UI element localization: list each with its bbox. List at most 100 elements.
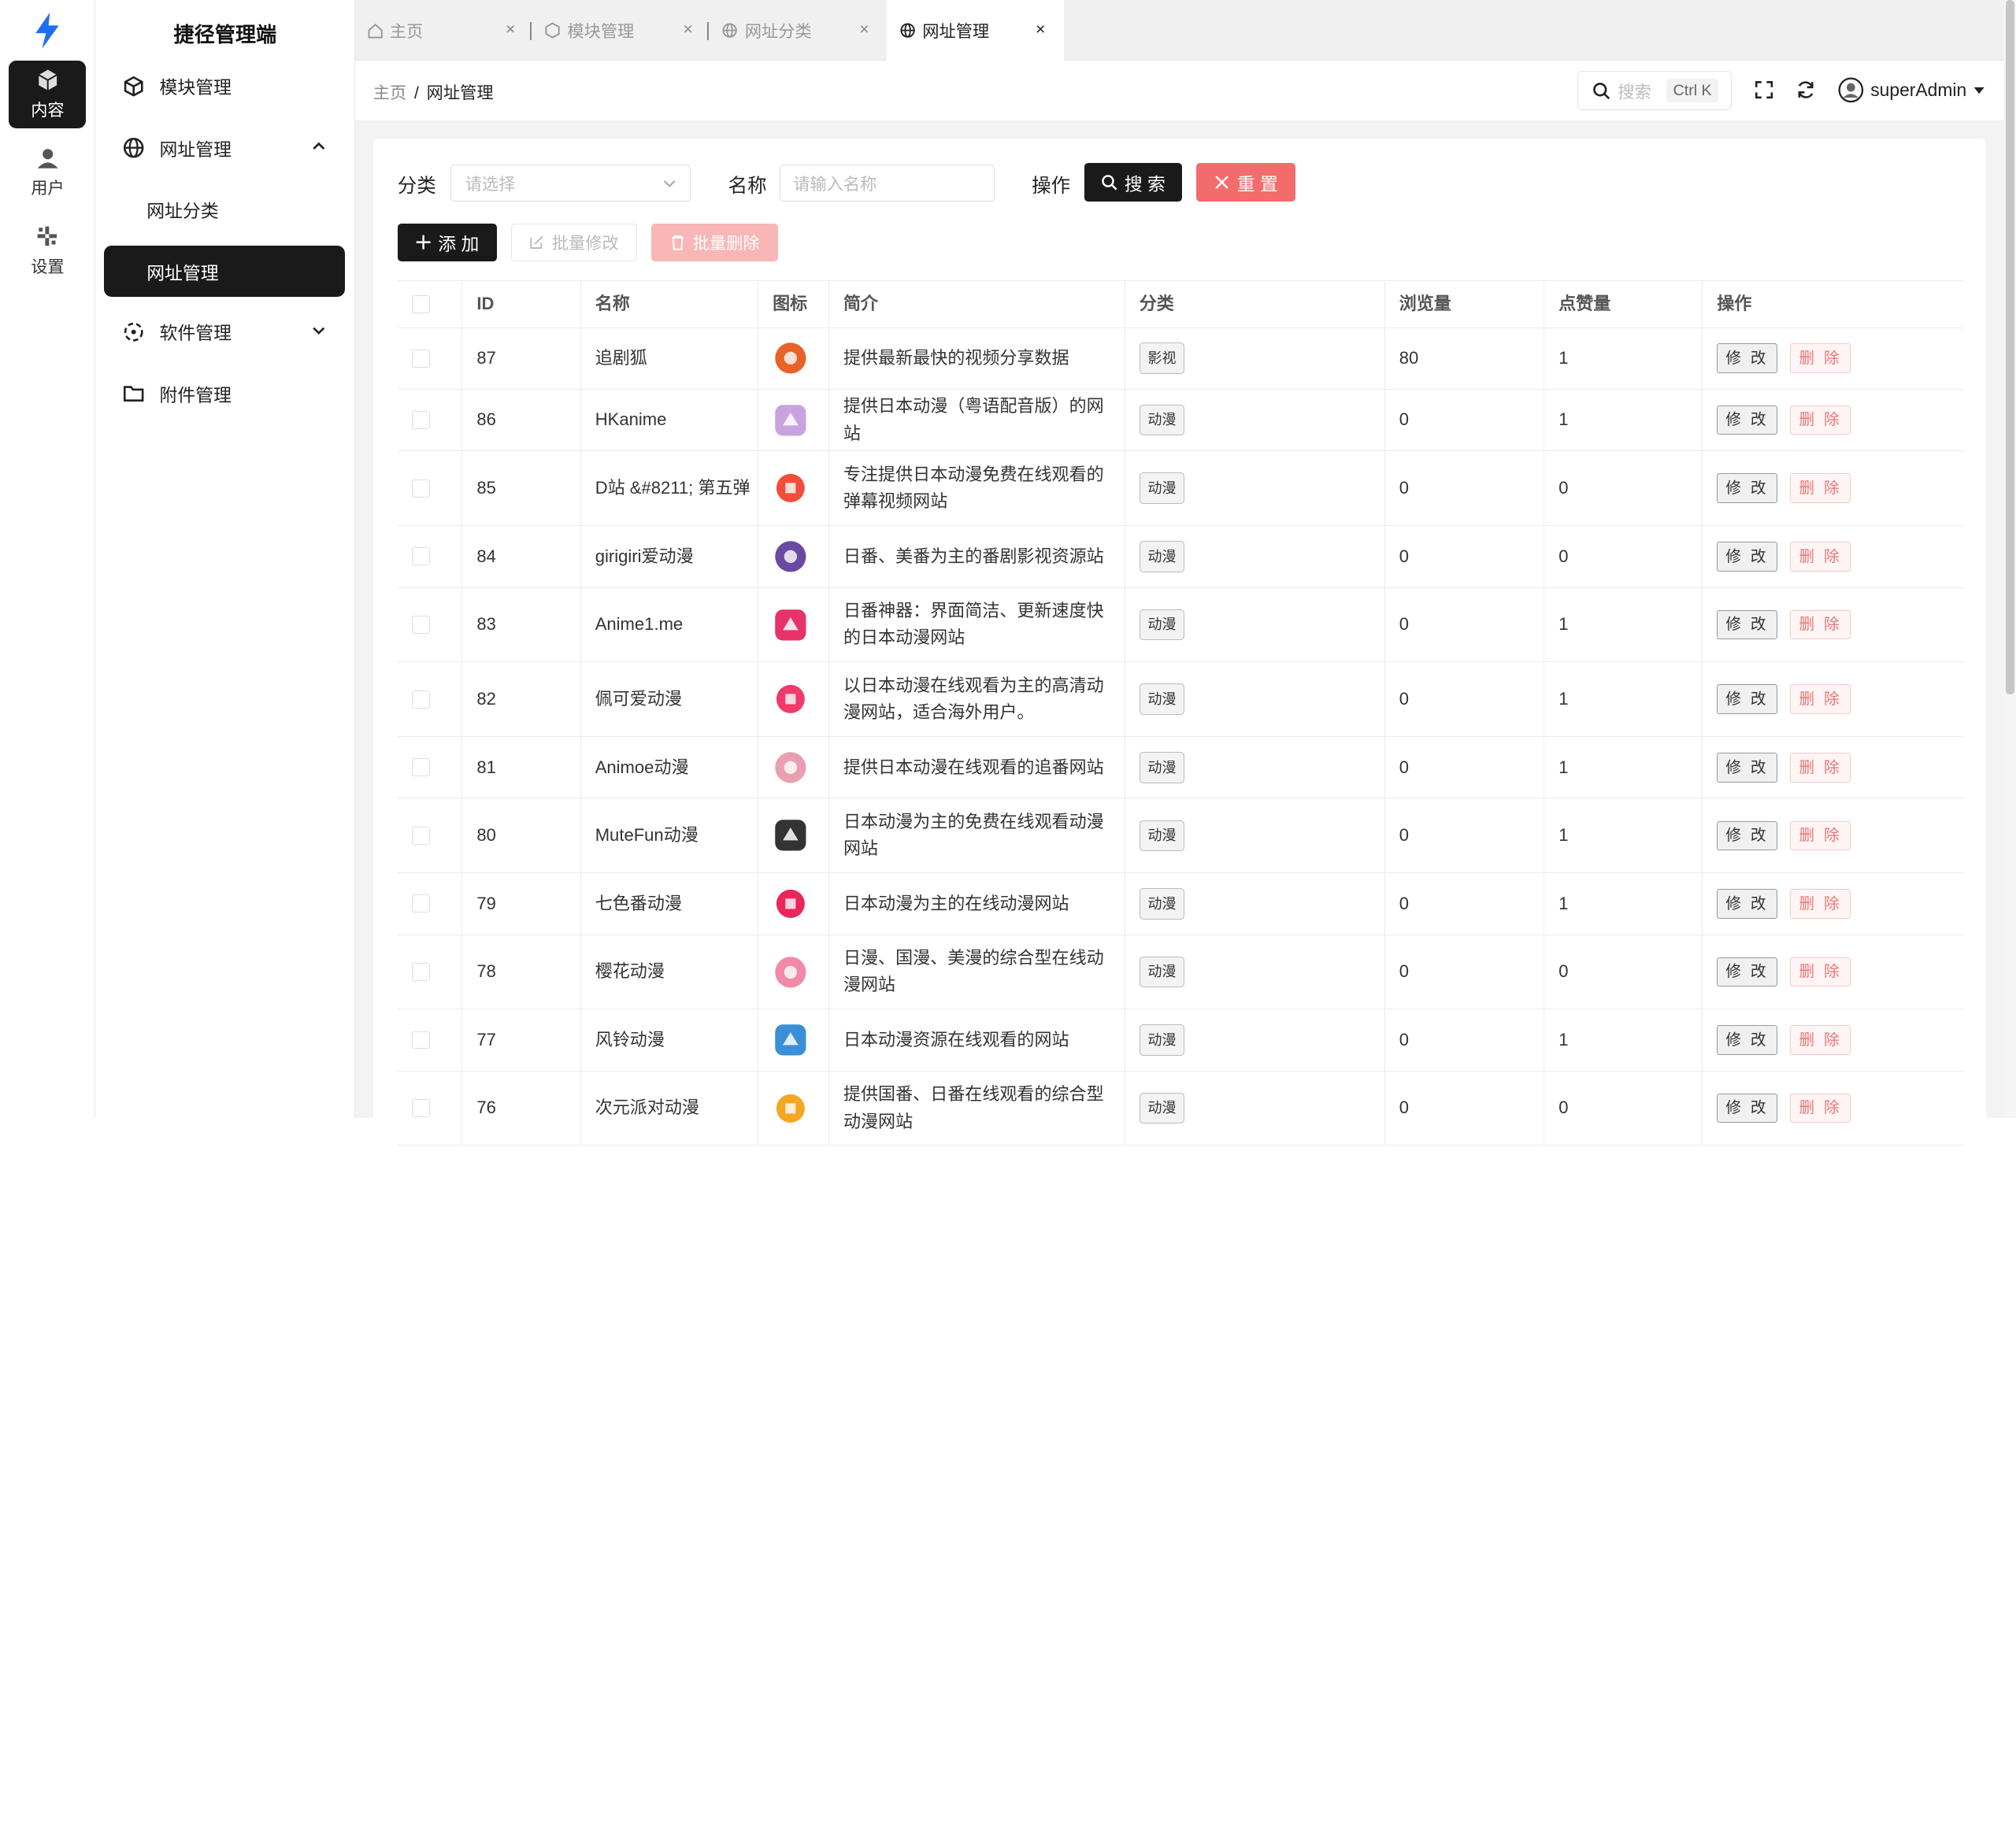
edit-button[interactable]: 修 改	[1717, 609, 1777, 640]
delete-button[interactable]: 删 除	[1790, 343, 1851, 374]
page-scrollbar[interactable]	[2004, 0, 2016, 1118]
close-icon[interactable]: ×	[683, 20, 692, 39]
row-views: 0	[1399, 409, 1409, 430]
row-views: 0	[1399, 757, 1409, 777]
delete-button[interactable]: 删 除	[1790, 684, 1851, 714]
scrollbar-thumb[interactable]	[2005, 0, 2015, 695]
table-row[interactable]: 87 追剧狐 提供最新最快的视频分享数据 影视 80 1 修 改删 除	[397, 328, 1963, 390]
table-row[interactable]: 84 girigiri爱动漫 日番、美番为主的番剧影视资源站 动漫 0 0 修 改删 除	[397, 526, 1963, 588]
delete-button[interactable]: 删 除	[1790, 889, 1851, 919]
select-all-checkbox[interactable]	[411, 294, 430, 313]
sidebar-item-attachments[interactable]: 附件管理	[104, 368, 344, 419]
name-input[interactable]: 请输入名称	[779, 165, 995, 202]
table-row[interactable]: 76 次元派对动漫 提供国番、日番在线观看的综合型动漫网站 动漫 0 0 修 改删 除	[397, 1071, 1963, 1146]
row-checkbox[interactable]	[411, 826, 430, 845]
batch-edit-button[interactable]: 批量修改	[510, 224, 637, 261]
table-cell: 修 改删 除	[1702, 798, 1963, 873]
edit-button[interactable]: 修 改	[1717, 1025, 1777, 1055]
search-shortcut: Ctrl K	[1666, 79, 1718, 102]
refresh-icon[interactable]	[1796, 80, 1816, 100]
edit-button[interactable]: 修 改	[1717, 889, 1777, 919]
user-menu[interactable]: superAdmin	[1838, 76, 1985, 104]
edit-button[interactable]: 修 改	[1717, 957, 1777, 987]
sidebar-item-modules[interactable]: 模块管理	[104, 61, 344, 112]
delete-button[interactable]: 删 除	[1790, 820, 1851, 851]
lightning-logo-icon[interactable]	[33, 13, 61, 50]
table-cell: 1	[1544, 328, 1702, 389]
row-checkbox[interactable]	[411, 547, 430, 566]
reset-button[interactable]: 重 置	[1196, 163, 1295, 202]
close-icon[interactable]: ×	[1036, 20, 1045, 39]
table-cell: 动漫	[1124, 873, 1384, 935]
row-likes: 1	[1558, 409, 1569, 430]
edit-button[interactable]: 修 改	[1717, 473, 1777, 503]
delete-button[interactable]: 删 除	[1790, 473, 1851, 503]
delete-button[interactable]: 删 除	[1790, 405, 1851, 435]
row-id: 83	[476, 614, 496, 635]
search-button[interactable]: 搜 索	[1084, 163, 1183, 202]
rail-item-settings[interactable]: 设置	[9, 217, 86, 286]
row-checkbox[interactable]	[411, 349, 430, 368]
rail-item-content[interactable]: 内容	[9, 60, 87, 129]
tab-url-management[interactable]: 网址管理 ×	[886, 0, 1064, 61]
delete-button[interactable]: 删 除	[1790, 1093, 1851, 1124]
row-checkbox[interactable]	[411, 615, 430, 634]
add-button[interactable]: 添 加	[397, 224, 497, 261]
table-row[interactable]: 81 Animoe动漫 提供日本动漫在线观看的追番网站 动漫 0 1 修 改删 除	[397, 737, 1963, 799]
row-checkbox[interactable]	[411, 894, 430, 913]
edit-button[interactable]: 修 改	[1717, 405, 1777, 435]
row-checkbox[interactable]	[411, 411, 430, 430]
edit-button[interactable]: 修 改	[1717, 684, 1777, 714]
table-row[interactable]: 82 佩可爱动漫 以日本动漫在线观看为主的高清动漫网站，适合海外用户。 动漫 0 1 修 改…	[397, 662, 1963, 737]
category-tag: 动漫	[1139, 541, 1185, 572]
table-cell: 以日本动漫在线观看为主的高清动漫网站，适合海外用户。	[828, 662, 1125, 736]
row-checkbox[interactable]	[411, 479, 430, 498]
row-checkbox[interactable]	[411, 690, 430, 709]
table-row[interactable]: 86 HKanime 提供日本动漫（粤语配音版）的网站 动漫 0 1 修 改删 除	[397, 389, 1963, 452]
edit-button[interactable]: 修 改	[1717, 820, 1777, 851]
batch-delete-button[interactable]: 批量删除	[650, 224, 779, 261]
breadcrumb-current: 网址管理	[426, 84, 494, 103]
delete-button[interactable]: 删 除	[1790, 752, 1851, 783]
close-icon[interactable]: ×	[859, 20, 869, 39]
table-cell	[758, 1009, 828, 1071]
row-checkbox[interactable]	[411, 1031, 430, 1049]
tab-url-category[interactable]: 网址分类 ×	[709, 0, 886, 61]
row-checkbox[interactable]	[411, 1099, 430, 1118]
edit-button[interactable]: 修 改	[1717, 343, 1777, 374]
column-header: ID	[461, 281, 580, 328]
table-row[interactable]: 77 风铃动漫 日本动漫资源在线观看的网站 动漫 0 1 修 改删 除	[397, 1009, 1963, 1072]
delete-button[interactable]: 删 除	[1790, 1025, 1851, 1055]
table-row[interactable]: 80 MuteFun动漫 日本动漫为主的免费在线观看动漫网站 动漫 0 1 修 改删 除	[397, 798, 1963, 874]
tab-modules[interactable]: 模块管理 ×	[532, 0, 710, 61]
row-id: 79	[476, 893, 496, 913]
close-icon[interactable]: ×	[506, 20, 515, 39]
row-checkbox[interactable]	[411, 963, 430, 981]
delete-button[interactable]: 删 除	[1790, 957, 1851, 987]
edit-button[interactable]: 修 改	[1717, 542, 1777, 572]
sidebar-item-url-manage-active[interactable]: 网址管理	[104, 246, 345, 298]
delete-button[interactable]: 删 除	[1790, 542, 1851, 572]
delete-button[interactable]: 删 除	[1790, 609, 1851, 640]
tab-home[interactable]: 主页 ×	[355, 0, 532, 61]
rail-item-user[interactable]: 用户	[9, 139, 86, 207]
global-search[interactable]: 搜索 Ctrl K	[1577, 70, 1732, 111]
edit-button[interactable]: 修 改	[1717, 752, 1777, 783]
category-select[interactable]: 请选择	[450, 165, 691, 202]
breadcrumb-home[interactable]: 主页	[373, 84, 406, 102]
row-checkbox[interactable]	[411, 758, 430, 777]
table-row[interactable]: 79 七色番动漫 日本动漫为主的在线动漫网站 动漫 0 1 修 改删 除	[397, 873, 1963, 935]
row-name: 追剧狐	[595, 348, 647, 368]
table-cell: 动漫	[1124, 662, 1384, 736]
globe-icon	[124, 138, 144, 158]
table-row[interactable]: 85 D站 &#8211; 第五弹 专注提供日本动漫免费在线观看的弹幕视频网站 动漫 0…	[397, 451, 1963, 527]
column-header: 分类	[1124, 281, 1384, 328]
table-cell: 动漫	[1124, 389, 1384, 451]
sidebar-item-url-management[interactable]: 网址管理	[104, 122, 344, 173]
sidebar-item-software[interactable]: 软件管理	[104, 306, 344, 357]
table-row[interactable]: 83 Anime1.me 日番神器：界面简洁、更新速度快的日本动漫网站 动漫 0 1 修 改…	[397, 587, 1963, 663]
edit-button[interactable]: 修 改	[1717, 1093, 1777, 1124]
sidebar-item-url-category[interactable]: 网址分类	[104, 184, 344, 235]
fullscreen-icon[interactable]	[1754, 80, 1774, 100]
table-row[interactable]: 78 樱花动漫 日漫、国漫、美漫的综合型在线动漫网站 动漫 0 0 修 改删 除	[397, 935, 1963, 1010]
